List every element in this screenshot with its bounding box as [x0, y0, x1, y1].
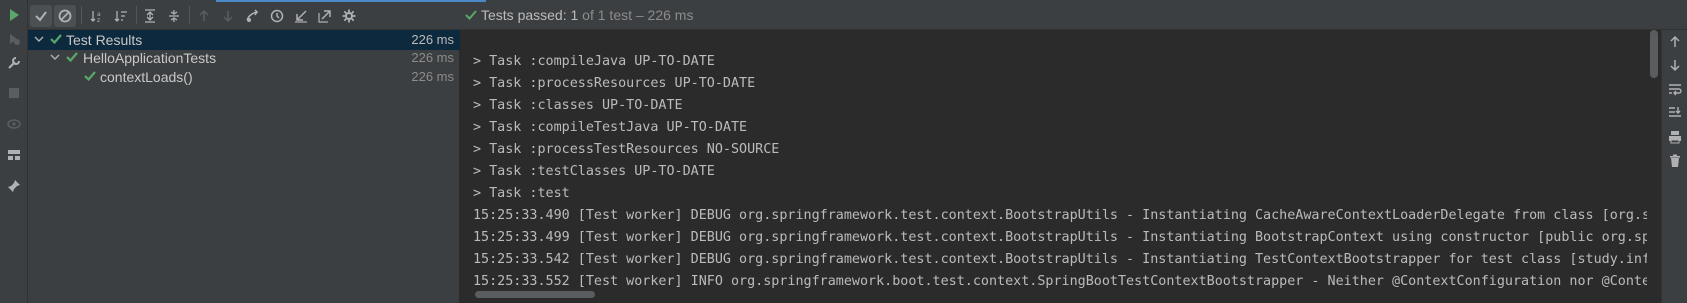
console-line: > Task :test	[473, 186, 570, 201]
import-results-button[interactable]	[290, 5, 312, 27]
arrow-up-icon	[1670, 35, 1680, 47]
check-icon	[66, 52, 78, 63]
toolbar-separator	[136, 6, 137, 24]
console-vertical-scrollbar[interactable]	[1647, 30, 1661, 303]
toolbar-separator	[189, 6, 190, 24]
rerun-button[interactable]	[4, 5, 24, 25]
test-status: Tests passed: 1 of 1 test – 226 ms	[465, 7, 693, 23]
settings-wrench-button[interactable]	[4, 53, 24, 73]
tree-row-context-loads[interactable]: contextLoads() 226 ms	[28, 67, 460, 87]
check-icon	[35, 11, 47, 22]
clear-all-button[interactable]	[1665, 151, 1685, 171]
console-toolbar	[1661, 30, 1687, 303]
ban-icon	[58, 9, 72, 23]
export-results-button[interactable]	[314, 5, 336, 27]
toolbar-separator	[81, 6, 82, 24]
tree-row-hello-application-tests[interactable]: HelloApplicationTests 226 ms	[28, 48, 460, 68]
console-line: 15:25:33.499 [Test worker] DEBUG org.spr…	[473, 230, 1649, 245]
eye-icon	[7, 119, 21, 129]
sort-alpha-icon: az	[90, 11, 101, 23]
play-icon	[10, 9, 19, 21]
console-line: > Task :testClasses UP-TO-DATE	[473, 164, 715, 179]
console-horizontal-scrollbar[interactable]	[475, 291, 1647, 299]
import-icon	[246, 9, 259, 22]
pin-tab-button[interactable]	[4, 176, 24, 196]
sort-alphabetically-button[interactable]: az	[86, 5, 108, 27]
status-suffix: of 1 test – 226 ms	[578, 7, 694, 23]
console-line: > Task :compileJava UP-TO-DATE	[473, 54, 715, 69]
export-icon	[318, 10, 331, 23]
sort-duration-icon	[114, 11, 127, 22]
check-icon	[465, 10, 477, 20]
rerun-failed-icon	[10, 34, 20, 45]
expand-all-icon	[145, 9, 155, 23]
show-ignored-button[interactable]	[54, 5, 76, 27]
scrollbar-thumb[interactable]	[475, 291, 595, 298]
tree-item-label: Test Results	[66, 32, 143, 48]
console-line: > Task :processTestResources NO-SOURCE	[473, 142, 780, 157]
scrollbar-thumb[interactable]	[1650, 30, 1658, 78]
tree-item-time: 226 ms	[411, 50, 454, 65]
scroll-up-button[interactable]	[1665, 32, 1685, 52]
import-tests-icon	[295, 10, 307, 23]
trash-icon	[1670, 154, 1680, 167]
left-toolbar	[0, 0, 28, 303]
test-runner-toolbar: az Tests passed: 1 of 1 test – 226 ms	[28, 0, 1687, 30]
import-tests-button[interactable]	[242, 5, 264, 27]
scroll-to-end-icon	[1669, 107, 1681, 117]
test-history-button[interactable]	[266, 5, 288, 27]
stop-button[interactable]	[4, 83, 24, 103]
layout-icon	[8, 150, 20, 160]
arrow-down-icon	[223, 11, 233, 23]
tree-item-time: 226 ms	[411, 69, 454, 84]
console-line: > Task :processResources UP-TO-DATE	[473, 76, 756, 91]
console-line: 15:25:33.542 [Test worker] DEBUG org.spr…	[473, 252, 1649, 267]
status-prefix: Tests passed:	[481, 7, 571, 23]
tree-item-label: HelloApplicationTests	[83, 50, 217, 66]
printer-icon	[1669, 131, 1681, 144]
print-button[interactable]	[1665, 127, 1685, 147]
active-tab-indicator	[216, 0, 486, 2]
pin-icon	[8, 180, 20, 192]
arrow-up-icon	[199, 9, 209, 21]
gear-icon	[342, 9, 356, 23]
tree-item-label: contextLoads()	[100, 69, 193, 85]
console-line: 15:25:33.490 [Test worker] DEBUG org.spr…	[473, 208, 1649, 223]
expand-all-button[interactable]	[139, 5, 161, 27]
svg-text:z: z	[97, 17, 100, 23]
previous-failed-test-button[interactable]	[193, 5, 215, 27]
stop-icon	[9, 88, 19, 98]
show-passed-button[interactable]	[30, 5, 52, 27]
console-line: > Task :classes UP-TO-DATE	[473, 98, 683, 113]
next-failed-test-button[interactable]	[217, 5, 239, 27]
check-icon	[84, 71, 96, 82]
sort-by-duration-button[interactable]	[110, 5, 132, 27]
settings-button[interactable]	[338, 5, 360, 27]
chevron-down-icon[interactable]	[34, 34, 44, 44]
soft-wrap-icon	[1669, 84, 1682, 96]
wrench-icon	[8, 57, 20, 69]
history-icon	[270, 9, 284, 23]
test-results-tree: Test Results 226 ms HelloApplicationTest…	[28, 30, 460, 303]
console-line: > Task :compileTestJava UP-TO-DATE	[473, 120, 748, 135]
chevron-down-icon[interactable]	[50, 52, 60, 62]
rerun-failed-button[interactable]	[4, 29, 24, 49]
scroll-to-end-button[interactable]	[1665, 102, 1685, 122]
console-output[interactable]: > Task :compileJava UP-TO-DATE > Task :p…	[461, 30, 1649, 303]
soft-wrap-button[interactable]	[1665, 79, 1685, 99]
console-line: 15:25:33.552 [Test worker] INFO org.spri…	[473, 274, 1649, 289]
check-icon	[50, 34, 62, 45]
layout-button[interactable]	[4, 145, 24, 165]
tree-item-time: 226 ms	[411, 32, 454, 47]
scroll-down-button[interactable]	[1665, 55, 1685, 75]
tree-row-test-results[interactable]: Test Results 226 ms	[28, 30, 460, 50]
toggle-view-button[interactable]	[4, 114, 24, 134]
arrow-down-icon	[1670, 60, 1680, 72]
collapse-all-button[interactable]	[163, 5, 185, 27]
collapse-all-icon	[169, 10, 179, 22]
